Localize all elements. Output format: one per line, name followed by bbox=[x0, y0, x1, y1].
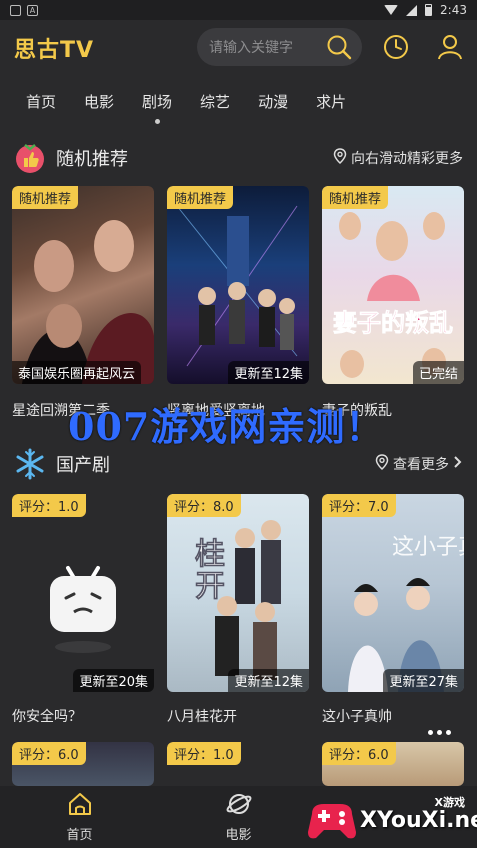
tab-request[interactable]: 求片 bbox=[316, 88, 346, 118]
bottom-nav-home[interactable]: 首页 bbox=[0, 786, 159, 848]
section-header-domestic: 国产剧 查看更多 bbox=[0, 446, 477, 482]
thumbs-up-badge-icon bbox=[14, 142, 46, 174]
svg-text:这小子真帅: 这小子真帅 bbox=[392, 535, 464, 560]
view-more-label: 查看更多 bbox=[393, 457, 449, 473]
section-title-random: 随机推荐 bbox=[56, 149, 128, 170]
snowflake-icon bbox=[14, 448, 46, 480]
poster-caption: 更新至12集 bbox=[228, 669, 309, 692]
swipe-more-link[interactable]: 向右滑动精彩更多 bbox=[333, 148, 463, 168]
rating-badge: 评分：7.0 bbox=[322, 494, 396, 517]
home-icon bbox=[67, 792, 93, 820]
poster-caption: 已完结 bbox=[412, 361, 464, 384]
poster-placeholder: 评分：1.0 更新至20集 bbox=[12, 494, 154, 692]
rating-badge: 评分：6.0 bbox=[12, 742, 86, 765]
poster-card[interactable]: 评分：1.0 更新至20集 bbox=[12, 494, 154, 724]
poster-badge: 随机推荐 bbox=[322, 186, 389, 209]
tab-movies[interactable]: 电影 bbox=[84, 88, 114, 118]
tv-mascot-icon bbox=[50, 566, 116, 653]
gamepad-logo-icon bbox=[308, 804, 356, 839]
signal-icon bbox=[406, 4, 418, 16]
location-pin-icon bbox=[333, 148, 347, 168]
poster-image: 妻子的叛乱 随机推荐 已完结 bbox=[322, 186, 464, 384]
poster-title[interactable]: 你安全吗？ bbox=[12, 706, 154, 726]
clock: 2:43 bbox=[440, 3, 467, 17]
rating-badge: 评分：1.0 bbox=[12, 494, 86, 517]
xyouxi-watermark-logo: X游戏 XYouXi.net bbox=[300, 790, 477, 848]
poster-card[interactable]: 随机推荐 泰国娱乐圈再起风云 bbox=[12, 186, 154, 426]
poster-image: 随机推荐 泰国娱乐圈再起风云 bbox=[12, 186, 154, 384]
poster-image: 评分：6.0 bbox=[322, 742, 464, 786]
search-box[interactable]: 请输入关键字 bbox=[197, 28, 362, 66]
app-header: 思古TV 请输入关键字 bbox=[0, 20, 477, 76]
poster-caption: 更新至20集 bbox=[73, 669, 154, 692]
poster-image: 评分：1.0 bbox=[167, 742, 309, 786]
poster-caption: 更新至27集 bbox=[383, 669, 464, 692]
poster-card[interactable]: 评分：1.0 bbox=[167, 742, 309, 786]
bottom-nav-home-label: 首页 bbox=[66, 827, 93, 843]
view-more-link[interactable]: 查看更多 bbox=[375, 454, 463, 474]
poster-card[interactable]: 妻子的叛乱 随机推荐 已完结 bbox=[322, 186, 464, 426]
poster-image: 这小子真帅 评分：7.0 更新至27集 bbox=[322, 494, 464, 692]
bottom-nav-movies-label: 电影 bbox=[225, 827, 252, 843]
active-tab-indicator bbox=[154, 119, 160, 124]
poster-card[interactable]: 随机推荐 更新至12集 bbox=[167, 186, 309, 426]
poster-card[interactable]: 评分：6.0 bbox=[322, 742, 464, 786]
tab-variety[interactable]: 综艺 bbox=[200, 88, 230, 118]
more-dots-button[interactable] bbox=[416, 718, 462, 746]
rating-badge: 评分：1.0 bbox=[167, 742, 241, 765]
location-pin-icon bbox=[375, 454, 389, 474]
category-tabs: 首页 电影 剧场 综艺 动漫 求片 bbox=[0, 88, 477, 124]
chevron-right-icon bbox=[453, 455, 463, 473]
poster-title[interactable]: 八月桂花开 bbox=[167, 706, 309, 726]
bottom-nav-movies[interactable]: 电影 bbox=[159, 786, 318, 848]
poster-caption: 泰国娱乐圈再起风云 bbox=[12, 361, 142, 384]
xyouxi-big-text: XYouXi.net bbox=[360, 808, 477, 833]
tab-theater[interactable]: 剧场 bbox=[142, 88, 173, 124]
battery-icon bbox=[425, 4, 433, 16]
section-title-domestic: 国产剧 bbox=[56, 455, 110, 476]
svg-text:桂: 桂 bbox=[195, 537, 225, 572]
poster-card[interactable]: 桂 开 评分：8.0 更新至12集 bbox=[167, 494, 309, 724]
rating-badge: 评分：6.0 bbox=[322, 742, 396, 765]
poster-card[interactable]: 评分：6.0 bbox=[12, 742, 154, 786]
tab-theater-label: 剧场 bbox=[142, 93, 173, 111]
search-icon[interactable] bbox=[326, 34, 352, 60]
swipe-more-label: 向右滑动精彩更多 bbox=[351, 151, 463, 167]
wifi-icon bbox=[384, 5, 399, 15]
app-title: 思古TV bbox=[14, 38, 95, 63]
poster-image: 评分：6.0 bbox=[12, 742, 154, 786]
history-clock-icon[interactable] bbox=[383, 34, 409, 64]
app-notification-icon: A bbox=[27, 4, 38, 16]
poster-badge: 随机推荐 bbox=[12, 186, 79, 209]
poster-card[interactable]: 这小子真帅 评分：7.0 更新至27集 bbox=[322, 494, 464, 724]
poster-badge: 随机推荐 bbox=[167, 186, 234, 209]
svg-text:妻子的叛乱: 妻子的叛乱 bbox=[333, 308, 453, 337]
watermark-text: 007游戏网亲测！ bbox=[68, 404, 385, 449]
tab-anime[interactable]: 动漫 bbox=[258, 88, 288, 118]
search-input[interactable]: 请输入关键字 bbox=[209, 37, 326, 57]
poster-image: 桂 开 评分：8.0 更新至12集 bbox=[167, 494, 309, 692]
user-profile-icon[interactable] bbox=[437, 34, 463, 64]
notification-square-icon bbox=[10, 4, 21, 16]
poster-caption: 更新至12集 bbox=[228, 361, 309, 384]
tab-home[interactable]: 首页 bbox=[26, 88, 56, 118]
status-bar: A 2:43 bbox=[0, 0, 477, 20]
planet-icon bbox=[226, 792, 252, 820]
poster-image: 随机推荐 更新至12集 bbox=[167, 186, 309, 384]
rating-badge: 评分：8.0 bbox=[167, 494, 241, 517]
section-header-random: 随机推荐 向右滑动精彩更多 bbox=[0, 140, 477, 176]
